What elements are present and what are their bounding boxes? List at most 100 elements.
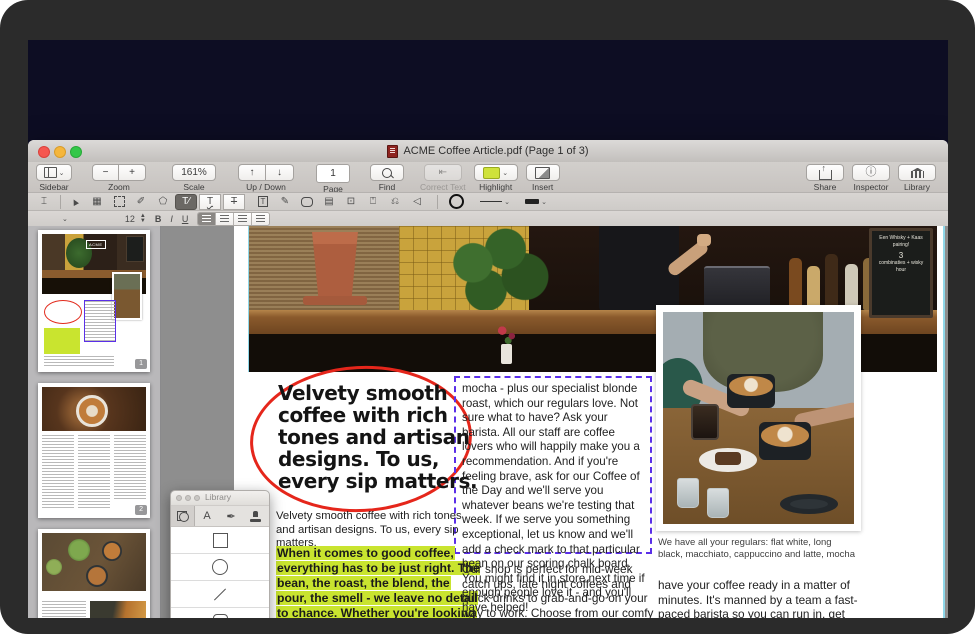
italic-button[interactable]: I <box>170 214 173 224</box>
palette-minimize-button[interactable] <box>185 495 191 501</box>
middle-column-paragraph[interactable]: Our shop is perfect for mid-week catch u… <box>462 562 654 618</box>
share-button[interactable] <box>806 164 844 181</box>
left-column-paragraph[interactable]: Velvety smooth coffee with rich tones an… <box>276 510 478 551</box>
text-format-bar: ⌄ 12 ▲▼ B I U <box>28 210 948 226</box>
bold-button[interactable]: B <box>155 214 162 224</box>
correct-text-tool[interactable]: ▦ <box>87 195 107 209</box>
highlighted-paragraph[interactable]: When it comes to good coffee, everything… <box>276 546 482 618</box>
zoom-in-button[interactable]: + <box>119 164 146 181</box>
library-button[interactable] <box>898 164 936 181</box>
annotation-toolbar: ⌶ ▲ ▦ ✐ ⬠ T∕ T T T ✎ ▤ ⊡ ⍞ ⎌ ◁ ⌄ <box>28 192 948 210</box>
updown-label: Up / Down <box>246 182 286 192</box>
photo-caption[interactable]: We have all your regulars: flat white, l… <box>658 537 858 561</box>
tab-shapes[interactable] <box>171 506 195 526</box>
highlight-label: Highlight <box>479 182 512 192</box>
scale-button[interactable]: 161% <box>172 164 216 181</box>
palette-close-button[interactable] <box>176 495 182 501</box>
library-item-square[interactable] <box>171 527 269 554</box>
page-number-badge: 2 <box>135 505 147 515</box>
library-shape-list <box>171 527 269 618</box>
monitor-bezel: ACME Coffee Article.pdf (Page 1 of 3) ⌄ … <box>0 0 975 634</box>
select-text-tool[interactable]: ⌶ <box>34 195 54 209</box>
palette-zoom-button[interactable] <box>194 495 200 501</box>
shapes-icon <box>177 511 189 522</box>
page-thumbnail-3[interactable]: 3 <box>38 529 150 618</box>
form-field-tool[interactable]: ⊡ <box>341 195 361 209</box>
highlight-button[interactable]: ⌄ <box>474 164 518 181</box>
chevron-down-icon: ⌄ <box>59 169 65 177</box>
insert-button[interactable] <box>526 164 560 181</box>
window-title: ACME Coffee Article.pdf (Page 1 of 3) <box>403 145 588 157</box>
thumb1-purple-box <box>84 300 116 342</box>
inspector-button[interactable]: ⓘ <box>852 164 890 181</box>
tab-signature[interactable]: ✒ <box>219 506 243 526</box>
thumb1-green-highlight <box>44 328 80 354</box>
coffee-toast-photo[interactable] <box>656 305 861 531</box>
find-button[interactable] <box>370 164 404 181</box>
strikethrough-text-tool[interactable]: T <box>223 194 245 210</box>
color-well[interactable] <box>446 195 466 209</box>
pen-tool[interactable]: ✎ <box>275 195 295 209</box>
scribble-tool[interactable]: ✐ <box>131 195 151 209</box>
square-shape-icon <box>213 533 228 548</box>
page-number-badge: 1 <box>135 359 147 369</box>
chevron-down-icon: ⌄ <box>502 169 508 177</box>
correct-text-button: ⇤ <box>424 164 462 181</box>
library-item-line[interactable] <box>171 581 269 608</box>
share-label: Share <box>814 182 837 192</box>
zoom-out-button[interactable]: − <box>92 164 119 181</box>
note-tool[interactable]: ▤ <box>319 195 339 209</box>
page-down-button[interactable]: ↓ <box>266 164 294 181</box>
pdf-document-icon <box>387 145 398 158</box>
tab-text[interactable]: A <box>195 506 219 526</box>
thumb1-inset-photo <box>112 272 142 320</box>
thumb3-bottom-photo <box>90 601 146 618</box>
page-thumbnail-2[interactable]: 2 <box>38 383 150 518</box>
align-justify-button[interactable] <box>251 213 269 225</box>
tab-stamps[interactable] <box>243 506 267 526</box>
window-titlebar[interactable]: ACME Coffee Article.pdf (Page 1 of 3) <box>28 140 948 163</box>
polygon-tool[interactable]: ⬠ <box>153 195 173 209</box>
page-up-button[interactable]: ↑ <box>238 164 266 181</box>
library-item-circle[interactable] <box>171 554 269 581</box>
thumb3-succulent-photo <box>42 533 146 591</box>
comment-tool[interactable] <box>297 195 317 209</box>
library-item-rounded-square[interactable] <box>171 608 269 618</box>
document-view[interactable]: Een Whisky + Kaas pairing! 3 combinaties… <box>161 226 948 618</box>
search-icon <box>382 168 392 178</box>
main-toolbar: ⌄ Sidebar − + Zoom 161% Scale <box>28 162 948 192</box>
page-thumbnail-1[interactable]: ACME 1 <box>38 230 150 372</box>
page-number-input[interactable] <box>316 164 350 183</box>
scale-label: Scale <box>183 182 204 192</box>
highlight-text-tool[interactable]: T∕ <box>175 194 197 210</box>
pdf-page[interactable]: Een Whisky + Kaas pairing! 3 combinaties… <box>234 226 945 618</box>
sidebar-toggle-button[interactable]: ⌄ <box>36 164 72 181</box>
text-box-tool[interactable]: T <box>253 195 273 209</box>
attachment-tool[interactable]: ⎌ <box>385 195 405 209</box>
line-style-picker[interactable]: ⌄ <box>478 195 512 209</box>
line-thickness-picker[interactable]: ⌄ <box>522 195 550 209</box>
underline-button[interactable]: U <box>182 214 189 224</box>
library-tabs: A ✒ <box>171 506 269 527</box>
thumbnail-sidebar[interactable]: ACME 1 <box>28 226 161 618</box>
align-left-button[interactable] <box>198 213 215 225</box>
font-size-stepper[interactable]: ▲▼ <box>140 214 146 224</box>
font-chevron-icon[interactable]: ⌄ <box>62 215 68 223</box>
library-palette[interactable]: Library A ✒ +⌄ − <box>170 490 270 618</box>
align-center-button[interactable] <box>215 213 233 225</box>
sound-tool[interactable]: ◁ <box>407 195 427 209</box>
font-size-value[interactable]: 12 <box>125 214 135 224</box>
rounded-square-shape-icon <box>213 614 228 619</box>
alignment-group <box>197 212 270 226</box>
thumb1-red-ellipse <box>44 300 82 324</box>
right-column-paragraph[interactable]: have your coffee ready in a matter of mi… <box>658 578 860 618</box>
library-palette-titlebar[interactable]: Library <box>171 491 269 506</box>
chalkboard-menu: Een Whisky + Kaas pairing! 3 combinaties… <box>869 228 933 318</box>
pdf-app-window: ACME Coffee Article.pdf (Page 1 of 3) ⌄ … <box>28 140 948 618</box>
image-box-tool[interactable]: ⍞ <box>363 195 383 209</box>
squiggle-text-tool[interactable]: T <box>199 194 221 210</box>
article-headline[interactable]: Velvety smooth coffee with rich tones an… <box>278 382 478 492</box>
inspector-label: Inspector <box>854 182 889 192</box>
select-rectangle-tool[interactable] <box>109 195 129 209</box>
align-right-button[interactable] <box>233 213 251 225</box>
